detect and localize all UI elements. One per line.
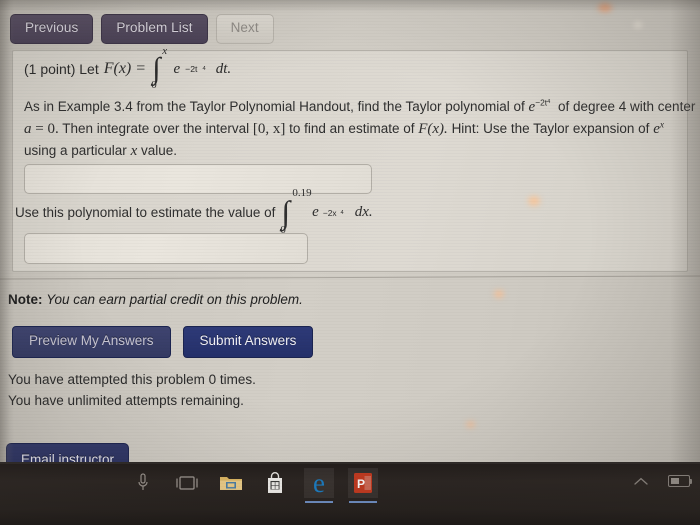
interval-notation: [0, x]: [252, 121, 286, 137]
email-instructor-button[interactable]: Email instructor: [6, 443, 130, 462]
show-hidden-icons-chevron[interactable]: [632, 472, 650, 490]
statement-text-b: Then integrate over the interval: [62, 121, 250, 136]
microsoft-edge-icon[interactable]: e: [304, 467, 334, 503]
center-value: = 0.: [35, 121, 59, 137]
integrand-base: e: [173, 60, 181, 77]
differential-dt: dt.: [215, 60, 232, 77]
points-label: (1 point) Let: [24, 61, 99, 77]
submit-answers-button[interactable]: Submit Answers: [182, 326, 314, 358]
problem-list-button[interactable]: Problem List: [101, 14, 208, 44]
powerpoint-icon[interactable]: P: [348, 468, 378, 503]
battery-icon[interactable]: [668, 475, 692, 487]
answer-input-polynomial-field[interactable]: [25, 165, 371, 193]
task-view-icon[interactable]: [172, 468, 202, 498]
screen-glare-spot-4: [466, 421, 475, 428]
estimate-integrand-base: e: [312, 204, 319, 221]
integral-upper-limit: x: [162, 45, 168, 57]
estimate-integral-upper-limit: 0.19: [292, 187, 312, 199]
svg-text:P: P: [357, 477, 365, 491]
statement-text-a-tail: of degree 4 with center: [557, 99, 696, 114]
variable-x: x: [130, 143, 138, 159]
partial-credit-note: Note: You can earn partial credit on thi…: [8, 292, 303, 307]
file-explorer-icon[interactable]: [216, 468, 246, 498]
screen-glare-spot-5: [634, 22, 642, 28]
screen-glare-spot-3: [494, 290, 504, 298]
section-divider: [0, 275, 700, 280]
statement-text-c: using a particular: [24, 143, 127, 158]
estimate-prompt-text: Use this polynomial to estimate the valu…: [15, 205, 276, 221]
statement-text-b2: to find an estimate of: [289, 121, 415, 136]
previous-button[interactable]: Previous: [10, 14, 94, 44]
photographed-screen: Previous Problem List Next (1 point) Let…: [0, 0, 700, 525]
taskbar-top-edge: [0, 462, 700, 464]
center-variable-a: a: [24, 121, 32, 137]
preview-my-answers-button[interactable]: Preview My Answers: [12, 326, 171, 358]
statement-hint: Hint: Use the Taylor expansion of: [451, 121, 650, 136]
attempts-info: You have attempted this problem 0 times.…: [8, 369, 256, 411]
line-a-math-exp: −2t: [535, 97, 548, 108]
taskbar-system-tray: [632, 472, 692, 490]
statement-text-a: As in Example 3.4 from the Taylor Polyno…: [24, 99, 525, 114]
equals-sign: =: [136, 60, 146, 77]
attempts-used-line: You have attempted this problem 0 times.: [8, 372, 256, 387]
statement-line-b: a = 0. Then integrate over the interval …: [24, 118, 700, 140]
cortana-microphone-icon[interactable]: [128, 468, 158, 498]
integral-lower-limit: 0: [151, 79, 157, 92]
problem-statement-body: As in Example 3.4 from the Taylor Polyno…: [24, 96, 700, 162]
hint-math-base: e: [653, 121, 660, 137]
answer-action-bar: Preview My Answers Submit Answers: [12, 326, 314, 358]
note-label: Note:: [8, 292, 43, 307]
screen-glare-spot-1: [598, 3, 612, 12]
integral-symbol-estimate: ∫ 0.19 0: [280, 187, 312, 236]
function-name: F(x): [103, 60, 132, 77]
edge-letter-glyph: e: [313, 467, 325, 498]
problem-statement-line-1: (1 point) Let F(x) = ∫ x 0 e −2t 4 dt.: [24, 45, 232, 92]
webwork-problem-page: Previous Problem List Next (1 point) Let…: [0, 0, 700, 462]
microsoft-store-icon[interactable]: [260, 468, 290, 498]
attempts-remaining-line: You have unlimited attempts remaining.: [8, 393, 244, 408]
problem-navigation-bar: Previous Problem List Next: [10, 14, 274, 44]
answer-input-estimate-field[interactable]: [25, 234, 307, 263]
screen-top-shadow: [0, 0, 700, 12]
next-button[interactable]: Next: [215, 14, 274, 44]
taskbar-pinned-items: e P: [128, 467, 378, 503]
answer-input-polynomial[interactable]: [24, 164, 372, 194]
windows-taskbar: e P: [0, 462, 700, 525]
estimate-differential-dx: dx.: [354, 204, 373, 221]
line-a-math-exp-power: 4: [547, 99, 551, 106]
answer-input-estimate[interactable]: [24, 233, 308, 264]
estimate-prompt-line: Use this polynomial to estimate the valu…: [15, 187, 373, 236]
estimate-of-fx: F(x).: [418, 121, 448, 137]
hint-math-exponent: x: [659, 120, 665, 131]
statement-line-a: As in Example 3.4 from the Taylor Polyno…: [24, 96, 700, 118]
statement-text-c-tail: value.: [141, 143, 178, 158]
note-text: You can earn partial credit on this prob…: [46, 292, 303, 307]
statement-line-c: using a particular x value.: [24, 140, 700, 162]
integral-symbol-definition: ∫ x 0: [151, 45, 168, 92]
